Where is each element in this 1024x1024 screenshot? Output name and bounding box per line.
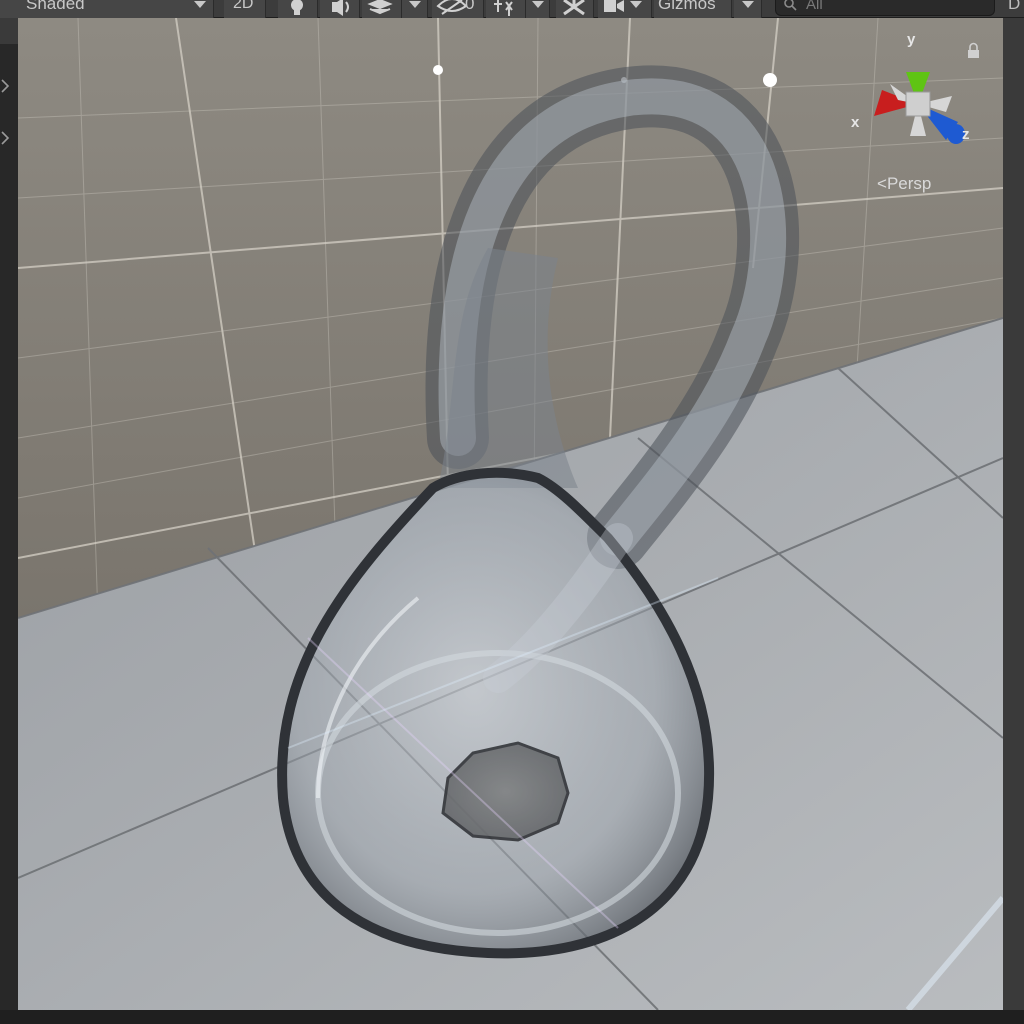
grid-snap-icon	[563, 0, 585, 16]
tool-handle-dropdown[interactable]	[526, 0, 550, 18]
effects-dropdown[interactable]	[402, 0, 428, 18]
gizmos-dropdown[interactable]	[734, 0, 762, 18]
effects-toggle[interactable]	[362, 0, 402, 18]
hidden-count: 0	[465, 0, 475, 13]
scene-viewport[interactable]: y x z <Persp	[18, 18, 1003, 1010]
gizmos-toggle[interactable]: Gizmos	[654, 0, 732, 18]
camera-icon	[604, 0, 624, 12]
tool-handle-toggle[interactable]	[486, 0, 526, 18]
projection-toggle[interactable]: <Persp	[877, 174, 931, 194]
scene-visibility-toggle[interactable]: 0	[432, 0, 484, 18]
scene-search-field[interactable]: All	[775, 0, 995, 16]
chevron-down-icon	[532, 1, 544, 8]
tool-handle-icon	[494, 0, 513, 16]
visibility-icon	[436, 0, 468, 15]
axis-x-label: x	[851, 114, 860, 131]
bottom-edge	[0, 1010, 1024, 1024]
chevron-down-icon	[409, 1, 421, 8]
gizmos-label: Gizmos	[658, 0, 716, 13]
chevron-down-icon	[742, 1, 754, 8]
projection-label: Persp	[886, 174, 932, 193]
audio-icon	[332, 0, 349, 16]
chevron-down-icon	[630, 1, 642, 8]
axis-y-label: y	[907, 31, 916, 48]
toggle-2d-button[interactable]: 2D	[224, 0, 266, 18]
grid-snap-toggle[interactable]	[556, 0, 594, 18]
center-cube[interactable]	[905, 91, 931, 117]
expand-arrow-icon[interactable]	[0, 18, 18, 158]
search-placeholder: All	[806, 0, 823, 13]
chevron-left-icon: <	[877, 174, 887, 193]
toggle-2d-label: 2D	[233, 0, 254, 12]
chevron-down-icon	[194, 1, 206, 8]
audio-toggle[interactable]	[320, 0, 360, 18]
axis-z-label: z	[962, 126, 970, 143]
lighting-toggle[interactable]	[278, 0, 318, 18]
left-panel-edge	[0, 18, 18, 1018]
search-icon	[784, 0, 797, 11]
shading-mode-label: Shaded	[26, 0, 85, 13]
scene-toolbar: Shaded 2D 0 Gizmos All D	[0, 0, 1024, 18]
light-bulb-icon	[291, 0, 303, 15]
right-panel-edge	[1003, 18, 1024, 1018]
shading-mode-dropdown[interactable]: Shaded	[0, 0, 214, 18]
right-panel-partial-label: D	[1008, 0, 1021, 13]
scene-render	[18, 18, 1003, 1010]
effects-icon	[367, 0, 393, 15]
camera-settings-dropdown[interactable]	[598, 0, 652, 18]
